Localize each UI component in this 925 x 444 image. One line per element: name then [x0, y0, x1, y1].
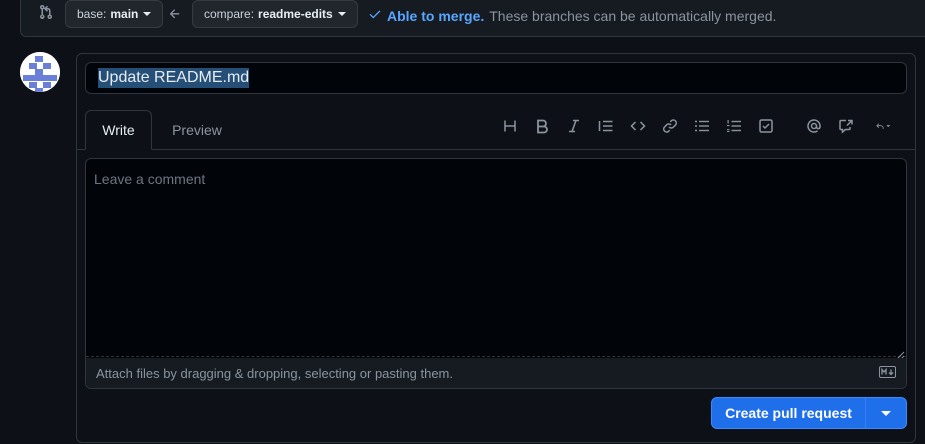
comment-textarea[interactable]	[86, 159, 906, 357]
check-icon	[368, 7, 382, 24]
title-input-value: Update README.md	[98, 68, 250, 88]
compare-branch-value: readme-edits	[258, 7, 333, 21]
create-options-dropdown[interactable]	[866, 398, 906, 428]
link-icon[interactable]	[662, 118, 678, 134]
base-branch-label: base:	[77, 7, 107, 21]
base-branch-select[interactable]: base: main	[65, 0, 164, 28]
markdown-icon[interactable]	[879, 366, 896, 378]
resize-grip-icon[interactable]	[895, 347, 905, 360]
task-list-icon[interactable]	[758, 118, 774, 134]
cross-reference-icon[interactable]	[838, 118, 854, 134]
tab-write[interactable]: Write	[85, 110, 152, 150]
compare-branch-label: compare:	[204, 7, 255, 21]
chevron-down-icon	[881, 410, 891, 416]
bulleted-list-icon[interactable]	[694, 118, 710, 134]
numbered-list-icon[interactable]	[726, 118, 742, 134]
attach-files-label: Attach files by dragging & dropping, sel…	[96, 365, 453, 381]
create-pull-request-button[interactable]: Create pull request	[712, 398, 866, 428]
quote-icon[interactable]	[598, 118, 614, 134]
merge-status-description: These branches can be automatically merg…	[489, 7, 777, 24]
comment-box: Attach files by dragging & dropping, sel…	[85, 158, 907, 389]
attach-files-bar[interactable]: Attach files by dragging & dropping, sel…	[86, 358, 906, 388]
code-icon[interactable]	[630, 118, 646, 134]
title-input[interactable]: Update README.md	[85, 62, 907, 94]
heading-icon[interactable]	[502, 118, 518, 134]
tab-preview[interactable]: Preview	[160, 110, 234, 150]
arrow-left-icon	[168, 7, 182, 21]
saved-replies-icon[interactable]	[876, 118, 904, 134]
merge-status: Able to merge. These branches can be aut…	[368, 7, 776, 24]
italic-icon[interactable]	[566, 118, 582, 134]
git-compare-icon	[38, 4, 54, 20]
mention-icon[interactable]	[806, 118, 822, 134]
chevron-down-icon	[337, 12, 346, 16]
create-pull-request-button-group: Create pull request	[711, 397, 907, 429]
bold-icon[interactable]	[534, 118, 550, 134]
chevron-down-icon	[143, 12, 152, 16]
avatar[interactable]	[20, 52, 60, 92]
base-branch-value: main	[110, 7, 139, 21]
compare-branch-select[interactable]: compare: readme-edits	[192, 0, 358, 28]
merge-status-label: Able to merge.	[387, 7, 485, 24]
